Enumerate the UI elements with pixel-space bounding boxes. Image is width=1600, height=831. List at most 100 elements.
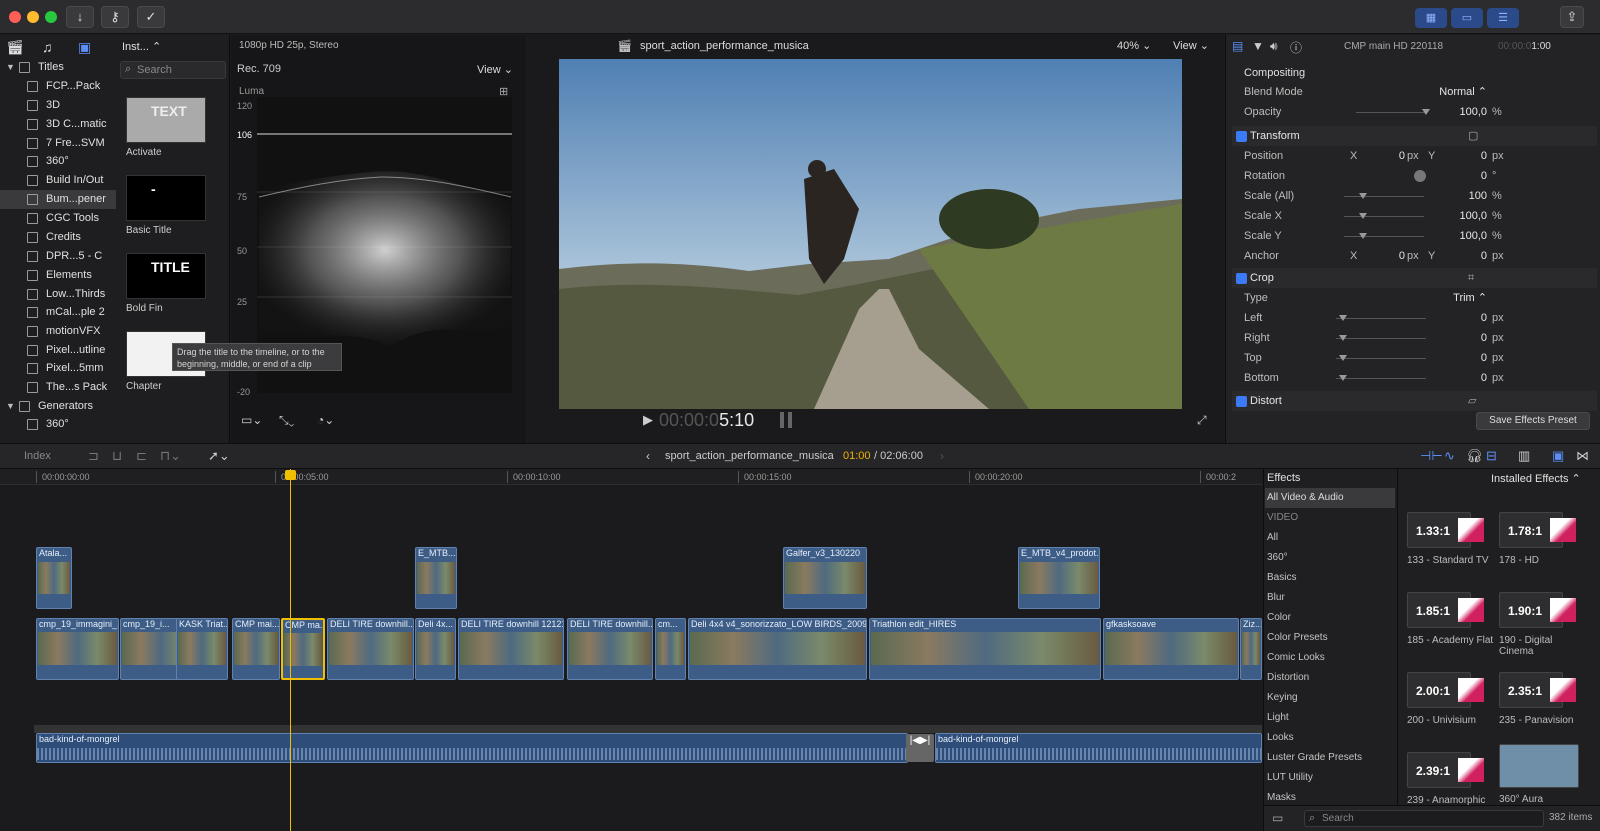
title-thumbnail[interactable]: TITLE xyxy=(126,253,206,299)
effects-category[interactable]: 360° xyxy=(1265,548,1395,568)
sidebar-item[interactable]: Credits xyxy=(0,228,116,247)
index-button[interactable]: Index xyxy=(24,450,51,462)
back-arrow-icon[interactable]: ‹ xyxy=(646,449,650,463)
effects-browser-icon[interactable]: ▣ xyxy=(1552,448,1564,464)
sidebar-item[interactable]: 3D xyxy=(0,96,116,115)
sidebar-item[interactable]: mCal...ple 2 xyxy=(0,303,116,322)
scale-y-slider[interactable] xyxy=(1344,236,1424,237)
blend-mode-select[interactable]: Normal ⌃ xyxy=(1439,82,1487,102)
effects-category[interactable]: Luster Grade Presets xyxy=(1265,748,1395,768)
effects-category[interactable]: LUT Utility xyxy=(1265,768,1395,788)
save-effects-preset-button[interactable]: Save Effects Preset xyxy=(1476,412,1590,430)
sidebar-item[interactable]: CGC Tools xyxy=(0,209,116,228)
scale-all-slider[interactable] xyxy=(1344,196,1424,197)
title-thumbnail[interactable]: - xyxy=(126,175,206,221)
primary-clip[interactable]: Ziz... xyxy=(1240,618,1262,680)
effect-tile[interactable]: 2.00:1 xyxy=(1407,672,1484,708)
primary-clip[interactable]: Deli 4x4 v4_sonorizzato_LOW BIRDS_2009 xyxy=(688,618,867,680)
crop-section[interactable]: Crop ⌗ xyxy=(1232,268,1597,288)
primary-clip[interactable]: DELI TIRE downhill... xyxy=(567,618,653,680)
connected-clip[interactable]: Galfer_v3_130220 xyxy=(783,547,867,609)
position-x-field[interactable]: 0 xyxy=(1399,146,1405,166)
sidebar-item[interactable]: 7 Fre...SVM xyxy=(0,134,116,153)
close-window-button[interactable] xyxy=(9,11,21,23)
sidebar-item[interactable]: Build In/Out xyxy=(0,171,116,190)
title-thumbnail[interactable]: TEXT xyxy=(126,97,206,143)
playhead-handle[interactable] xyxy=(285,470,296,480)
effect-tile[interactable]: 1.85:1 xyxy=(1407,592,1484,628)
effect-tile[interactable]: 2.35:1 xyxy=(1499,672,1576,708)
crop-bottom-slider-knob[interactable] xyxy=(1339,375,1347,381)
sidebar-item[interactable]: Pixel...5mm xyxy=(0,359,116,378)
scope-view-menu[interactable]: View ⌄ xyxy=(477,63,513,76)
effects-category[interactable]: All xyxy=(1265,528,1395,548)
effects-category[interactable]: All Video & Audio xyxy=(1265,488,1395,508)
scale-x-slider[interactable] xyxy=(1344,216,1424,217)
sidebar-item[interactable]: ▼ Generators xyxy=(0,397,116,416)
anchor-y-field[interactable]: 0 xyxy=(1481,246,1487,266)
sidebar-item[interactable]: ▼ Titles xyxy=(0,58,116,77)
transform-onscreen-icon[interactable]: ▢ xyxy=(1468,126,1478,146)
effects-category[interactable]: Basics xyxy=(1265,568,1395,588)
sidebar-item[interactable]: 360° xyxy=(0,152,116,171)
skimming-icon[interactable]: ⊣⊢ xyxy=(1420,448,1443,464)
effect-tile[interactable]: 1.90:1 xyxy=(1499,592,1576,628)
opacity-slider[interactable] xyxy=(1356,112,1426,113)
info-inspector-icon[interactable]: ⓘ xyxy=(1290,39,1302,56)
effects-category[interactable]: Color Presets xyxy=(1265,628,1395,648)
opacity-slider-knob[interactable] xyxy=(1422,109,1430,115)
photos-audio-icon[interactable]: ♫ xyxy=(42,39,53,55)
scale-all-slider-knob[interactable] xyxy=(1359,193,1367,199)
solo-icon[interactable]: 🎧︎ xyxy=(1466,448,1483,464)
media-library-icon[interactable]: 🎬︎ xyxy=(6,39,24,56)
disclosure-triangle-icon[interactable]: ▼ xyxy=(6,397,15,416)
effect-tile[interactable] xyxy=(1499,744,1579,788)
sidebar-item[interactable]: FCP...Pack xyxy=(0,77,116,96)
transform-tool-icon[interactable]: ⤡⌄ xyxy=(279,413,294,428)
sidebar-item[interactable]: Elements xyxy=(0,266,116,285)
zoom-menu[interactable]: 40% ⌄ xyxy=(1117,39,1151,52)
sidebar-item[interactable]: 3D C...matic xyxy=(0,115,116,134)
zoom-window-button[interactable] xyxy=(45,11,57,23)
audio-clip[interactable]: bad-kind-of-mongrel xyxy=(36,733,908,763)
crop-left-slider[interactable] xyxy=(1336,318,1426,319)
primary-clip[interactable]: cmp_19_immagini_... xyxy=(36,618,119,680)
browser-layout-icon[interactable]: ▦ xyxy=(1415,8,1447,28)
import-icon[interactable]: ↓ xyxy=(66,6,94,28)
primary-clip[interactable]: Deli 4x... xyxy=(415,618,456,680)
effects-category[interactable]: VIDEO xyxy=(1265,508,1395,528)
clip-appearance-icon[interactable]: ▥ xyxy=(1518,448,1530,464)
distort-section[interactable]: Distort ▱ xyxy=(1232,391,1597,411)
transitions-browser-icon[interactable]: ⋈ xyxy=(1576,448,1589,464)
distort-onscreen-icon[interactable]: ▱ xyxy=(1468,391,1476,411)
titles-generators-icon[interactable]: ▣ xyxy=(78,39,91,56)
key-icon[interactable]: ⚷ xyxy=(101,6,129,28)
distort-checkbox[interactable] xyxy=(1236,396,1247,407)
effects-category[interactable]: Color xyxy=(1265,608,1395,628)
crop-left-slider-knob[interactable] xyxy=(1339,315,1347,321)
crop-onscreen-icon[interactable]: ⌗ xyxy=(1468,268,1474,288)
effect-tile[interactable]: 1.33:1 xyxy=(1407,512,1484,548)
connected-clip[interactable]: Atala... xyxy=(36,547,72,609)
anchor-x-field[interactable]: 0 xyxy=(1399,246,1405,266)
share-icon[interactable]: ⇪ xyxy=(1560,6,1584,28)
sidebar-toggle-icon[interactable]: ▭ xyxy=(1272,811,1283,825)
sidebar-item[interactable]: Low...Thirds xyxy=(0,285,116,304)
color-inspector-icon[interactable]: ▼ xyxy=(1252,39,1264,53)
scale-y-slider-knob[interactable] xyxy=(1359,233,1367,239)
timeline-ruler[interactable] xyxy=(0,469,1262,485)
fullscreen-icon[interactable]: ⤢ xyxy=(1197,413,1207,428)
connected-clip[interactable]: E_MTB... xyxy=(415,547,457,609)
overwrite-clip-icon[interactable]: ⊓⌄ xyxy=(160,448,181,464)
forward-arrow-icon[interactable]: › xyxy=(940,449,944,463)
transform-section[interactable]: Transform ▢ xyxy=(1232,126,1597,146)
primary-clip[interactable]: KASK Triat... xyxy=(176,618,228,680)
crop-checkbox[interactable] xyxy=(1236,273,1247,284)
browser-search-input[interactable]: ⌕ Search xyxy=(120,61,226,79)
viewer-view-menu[interactable]: View ⌄ xyxy=(1173,39,1209,52)
primary-clip[interactable]: gfkasksoave xyxy=(1103,618,1239,680)
primary-clip[interactable]: Triathlon edit_HIRES xyxy=(869,618,1101,680)
effect-tile[interactable]: 2.39:1 xyxy=(1407,752,1484,788)
effects-category[interactable]: Looks xyxy=(1265,728,1395,748)
audio-clip[interactable]: bad-kind-of-mongrel xyxy=(935,733,1262,763)
